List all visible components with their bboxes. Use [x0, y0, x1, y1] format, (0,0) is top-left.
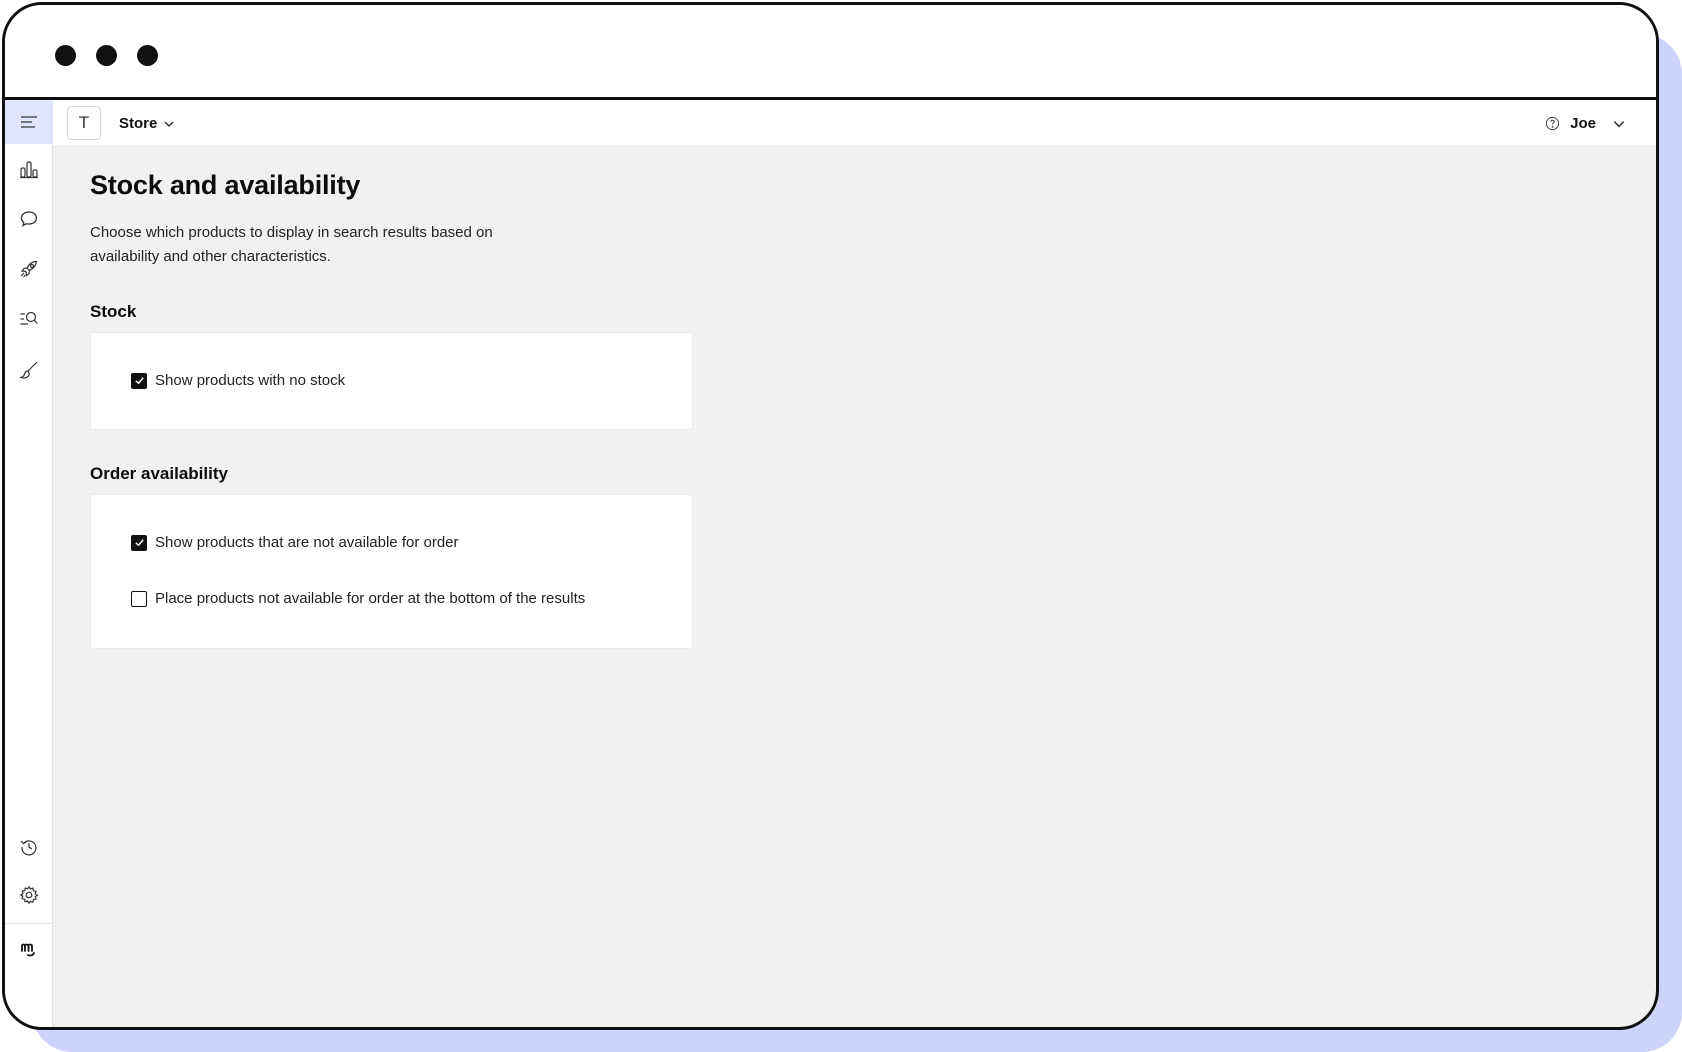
chevron-down-icon[interactable] — [1612, 117, 1626, 131]
history-icon — [20, 840, 37, 856]
sidebar-item-boost[interactable] — [5, 247, 53, 291]
show-unavailable-checkbox[interactable] — [131, 534, 147, 551]
sidebar-menu-toggle[interactable] — [5, 100, 53, 144]
show-unavailable-label: Show products that are not available for… — [155, 534, 459, 551]
app-window: T Store Joe Stock and availability Choos… — [2, 2, 1659, 1030]
order-card: Show products that are not available for… — [90, 494, 693, 649]
user-area: Joe — [1545, 100, 1626, 147]
sidebar-logo[interactable] — [5, 926, 53, 970]
main-content: Stock and availability Choose which prod… — [90, 170, 790, 649]
sidebar-item-history[interactable] — [5, 825, 53, 869]
menu-icon — [21, 116, 37, 128]
show-no-stock-label: Show products with no stock — [155, 372, 346, 389]
sidebar-item-search[interactable] — [5, 297, 53, 341]
analytics-icon — [20, 161, 38, 179]
logo-icon — [21, 943, 35, 957]
sidebar-divider — [5, 923, 53, 924]
window-minimize-dot[interactable] — [96, 45, 117, 66]
brush-icon — [19, 361, 38, 379]
sidebar — [5, 100, 53, 1027]
page-description: Choose which products to display in sear… — [90, 224, 493, 265]
stock-card: Show products with no stock — [90, 332, 693, 430]
option-show-no-stock[interactable]: Show products with no stock — [131, 372, 345, 389]
place-unavailable-bottom-checkbox[interactable] — [131, 590, 147, 607]
sidebar-item-analytics[interactable] — [5, 147, 53, 191]
chat-icon — [20, 211, 38, 227]
sidebar-item-settings[interactable] — [5, 873, 53, 917]
place-unavailable-bottom-label: Place products not available for order a… — [155, 590, 586, 607]
store-selector[interactable]: Store — [119, 100, 175, 147]
order-section-title: Order availability — [90, 464, 228, 483]
window-titlebar — [5, 5, 1656, 100]
search-list-icon — [20, 311, 38, 325]
option-show-unavailable[interactable]: Show products that are not available for… — [131, 534, 459, 551]
sidebar-item-conversations[interactable] — [5, 197, 53, 241]
gear-icon — [19, 885, 39, 905]
sidebar-item-design[interactable] — [5, 348, 53, 392]
show-no-stock-checkbox[interactable] — [131, 372, 147, 389]
help-icon[interactable] — [1545, 116, 1560, 131]
rocket-icon — [20, 260, 38, 278]
page-title: Stock and availability — [90, 170, 361, 200]
store-name: Store — [119, 115, 158, 132]
user-name[interactable]: Joe — [1570, 115, 1596, 132]
store-avatar[interactable]: T — [67, 106, 101, 140]
chevron-down-icon — [164, 121, 174, 127]
stock-section-title: Stock — [90, 302, 137, 321]
checkmark-icon — [134, 539, 144, 547]
window-close-dot[interactable] — [55, 45, 76, 66]
option-place-unavailable-bottom[interactable]: Place products not available for order a… — [131, 590, 585, 607]
window-maximize-dot[interactable] — [137, 45, 158, 66]
checkmark-icon — [134, 377, 144, 385]
topbar: T Store Joe — [53, 100, 1656, 147]
